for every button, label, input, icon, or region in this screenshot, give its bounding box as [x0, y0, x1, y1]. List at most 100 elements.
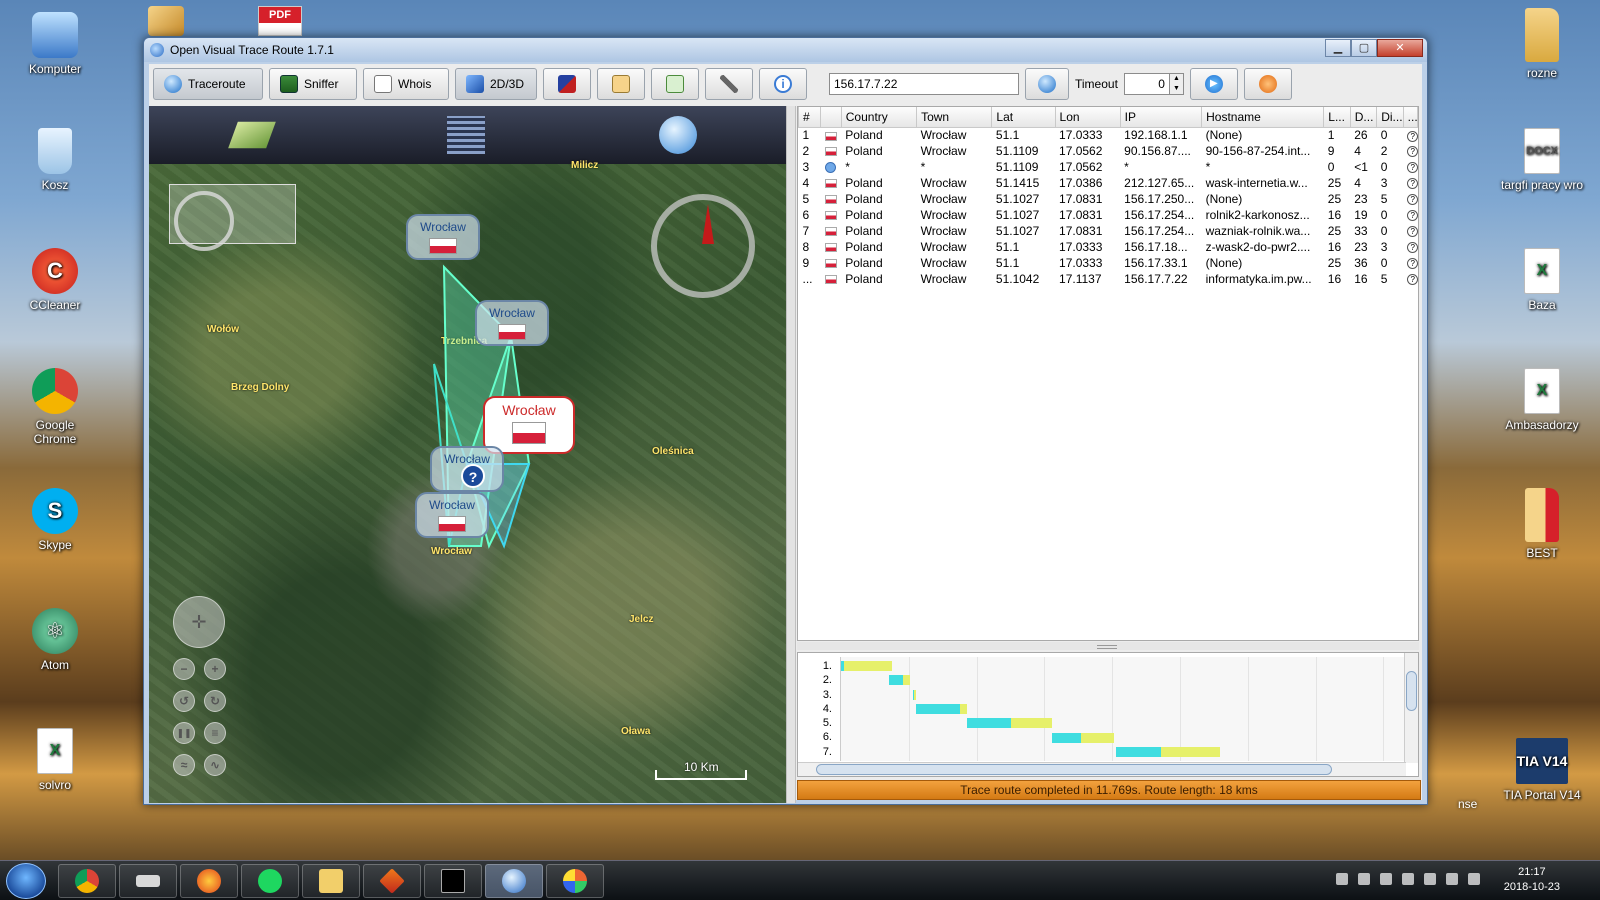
help-icon[interactable]: ?	[1407, 130, 1418, 142]
desktop-icon-baza[interactable]: X Baza	[1500, 248, 1584, 312]
table-row[interactable]: 9 Poland Wrocław 51.1 17.0333 156.17.33.1 (Non…	[799, 255, 1418, 271]
column-header[interactable]: #	[798, 107, 822, 128]
column-header[interactable]	[820, 107, 842, 128]
table-row[interactable]: 5 Poland Wrocław 51.1027 17.0831 156.17.250..…	[799, 191, 1418, 207]
taskbar-app-cmd[interactable]	[424, 864, 482, 898]
vertical-scrollbar[interactable]	[1404, 653, 1418, 763]
resolve-host-button[interactable]	[1025, 68, 1069, 100]
help-icon[interactable]: ?	[1407, 162, 1418, 174]
help-icon[interactable]: ?	[1407, 226, 1418, 238]
bluetooth-icon[interactable]	[1358, 873, 1370, 885]
column-header[interactable]: L...	[1323, 107, 1351, 128]
start-button[interactable]	[6, 863, 46, 899]
taskbar-app-ovtr[interactable]	[485, 864, 543, 898]
desktop-icon-best[interactable]: BEST	[1500, 488, 1584, 560]
layers-icon[interactable]	[228, 121, 276, 149]
desktop-icon-partial-top[interactable]	[148, 6, 184, 36]
table-row[interactable]: 2 Poland Wrocław 51.1109 17.0562 90.156.87...…	[799, 143, 1418, 159]
close-button[interactable]: ✕	[1377, 39, 1423, 57]
desktop-icon-targi[interactable]: DOCX targfi pracy wro	[1500, 128, 1584, 192]
spinner-up-icon[interactable]: ▲	[1170, 74, 1183, 84]
pdf-icon[interactable]: PDF	[258, 6, 302, 36]
table-row[interactable]: 6 Poland Wrocław 51.1027 17.0831 156.17.254..…	[799, 207, 1418, 223]
help-icon[interactable]: ?	[1407, 146, 1418, 158]
desktop-icon-rozne[interactable]: rozne	[1500, 8, 1584, 80]
battery-icon[interactable]	[1424, 873, 1436, 885]
split-divider[interactable]	[786, 106, 796, 803]
unknown-hop-icon[interactable]: ?	[461, 464, 485, 488]
hop-marker[interactable]: Wrocław	[475, 300, 549, 346]
column-header[interactable]: Lon	[1054, 107, 1121, 128]
desktop-icon-atom[interactable]: ⚛ Atom	[13, 608, 97, 672]
taskbar-app-explorer[interactable]	[302, 864, 360, 898]
pause-icon[interactable]: ❚❚	[173, 722, 195, 744]
help-icon[interactable]: ?	[1407, 258, 1418, 270]
title-bar[interactable]: Open Visual Trace Route 1.7.1 ▁ ▢ ✕	[144, 38, 1427, 62]
volume-icon[interactable]	[1468, 873, 1480, 885]
stop-trace-button[interactable]	[1243, 68, 1292, 100]
horizontal-scrollbar[interactable]	[798, 762, 1406, 776]
desktop-icon-ccleaner[interactable]: C CCleaner	[13, 248, 97, 312]
clock[interactable]: 21:17 2018-10-23	[1504, 865, 1560, 895]
column-header[interactable]: Lat	[991, 107, 1056, 128]
timeout-input[interactable]	[1123, 73, 1170, 95]
column-header[interactable]: D...	[1349, 107, 1378, 128]
column-header[interactable]: Di...	[1376, 107, 1404, 128]
tilt-down-icon[interactable]: ≈	[173, 754, 195, 776]
hop-marker[interactable]: Wrocław	[415, 492, 489, 538]
table-row[interactable]: ... Poland Wrocław 51.1042 17.1137 156.17.7.2…	[799, 271, 1418, 287]
column-header[interactable]: Country	[840, 107, 918, 128]
sniffer-button[interactable]: Sniffer	[269, 68, 357, 100]
list-icon[interactable]: ≡	[204, 722, 226, 744]
table-row[interactable]: 8 Poland Wrocław 51.1 17.0333 156.17.18... z-w…	[799, 239, 1418, 255]
chrome-tray-icon[interactable]	[1380, 873, 1392, 885]
maximize-button[interactable]: ▢	[1351, 39, 1377, 57]
desktop-icon-chrome[interactable]: Google Chrome	[13, 368, 97, 446]
globe-view-icon[interactable]	[659, 116, 697, 154]
tray-arrow-icon[interactable]	[1336, 873, 1348, 885]
action-center-icon[interactable]	[1402, 873, 1414, 885]
desktop-icon-skype[interactable]: S Skype	[13, 488, 97, 552]
column-header[interactable]: IP	[1119, 107, 1203, 128]
taskbar-app-paint[interactable]	[546, 864, 604, 898]
desktop-icon-tia[interactable]: TIA V14 TIA Portal V14	[1500, 738, 1584, 802]
table-row[interactable]: 1 Poland Wrocław 51.1 17.0333 192.168.1.1 (Non…	[799, 127, 1418, 143]
taskbar-app-scanner[interactable]	[119, 864, 177, 898]
grid-icon[interactable]	[447, 116, 485, 154]
traceroute-button[interactable]: Traceroute	[153, 68, 263, 100]
whois-button[interactable]: Whois	[363, 68, 449, 100]
view-2d3d-button[interactable]: 2D/3D	[455, 68, 537, 100]
help-icon[interactable]: ?	[1407, 274, 1418, 286]
spinner-down-icon[interactable]: ▼	[1170, 84, 1183, 94]
desktop-icon-ambasadorzy[interactable]: X Ambasadorzy	[1500, 368, 1584, 432]
help-icon[interactable]: ?	[1407, 242, 1418, 254]
help-icon[interactable]: ?	[1407, 210, 1418, 222]
zoom-out-icon[interactable]: −	[173, 658, 195, 680]
column-header[interactable]: Hostname	[1201, 107, 1325, 128]
settings-button[interactable]	[705, 68, 753, 100]
taskbar-app-firefox[interactable]	[180, 864, 238, 898]
zoom-in-icon[interactable]: +	[204, 658, 226, 680]
overview-minimap[interactable]	[169, 184, 296, 251]
desktop-icon-recycle-bin[interactable]: Kosz	[13, 128, 97, 192]
help-icon[interactable]: ?	[1407, 194, 1418, 206]
about-button[interactable]: i	[759, 68, 807, 100]
help-icon[interactable]: ?	[1407, 178, 1418, 190]
desktop-icon-solvro[interactable]: X solvro	[13, 728, 97, 792]
pan-control-icon[interactable]: ✛	[173, 596, 225, 648]
vertical-scroll-thumb[interactable]	[1406, 671, 1417, 711]
taskbar-app-matlab[interactable]	[363, 864, 421, 898]
satellite-map[interactable]: Milicz Wołów Trzebnica Brzeg Dolny Oleśn…	[149, 160, 786, 803]
compass-icon[interactable]	[651, 194, 755, 298]
table-row[interactable]: 7 Poland Wrocław 51.1027 17.0831 156.17.254..…	[799, 223, 1418, 239]
table-row[interactable]: 4 Poland Wrocław 51.1415 17.0386 212.127.65..…	[799, 175, 1418, 191]
screenshot-button[interactable]	[543, 68, 591, 100]
timeout-spinner[interactable]: ▲ ▼	[1123, 73, 1184, 95]
signal-icon[interactable]	[1446, 873, 1458, 885]
desktop-icon-computer[interactable]: Komputer	[13, 12, 97, 76]
target-host-input[interactable]	[829, 73, 1019, 95]
horizontal-scroll-thumb[interactable]	[816, 764, 1332, 775]
minimize-button[interactable]: ▁	[1325, 39, 1351, 57]
taskbar-app-chrome[interactable]	[58, 864, 116, 898]
start-trace-button[interactable]: ▶	[1189, 68, 1238, 100]
